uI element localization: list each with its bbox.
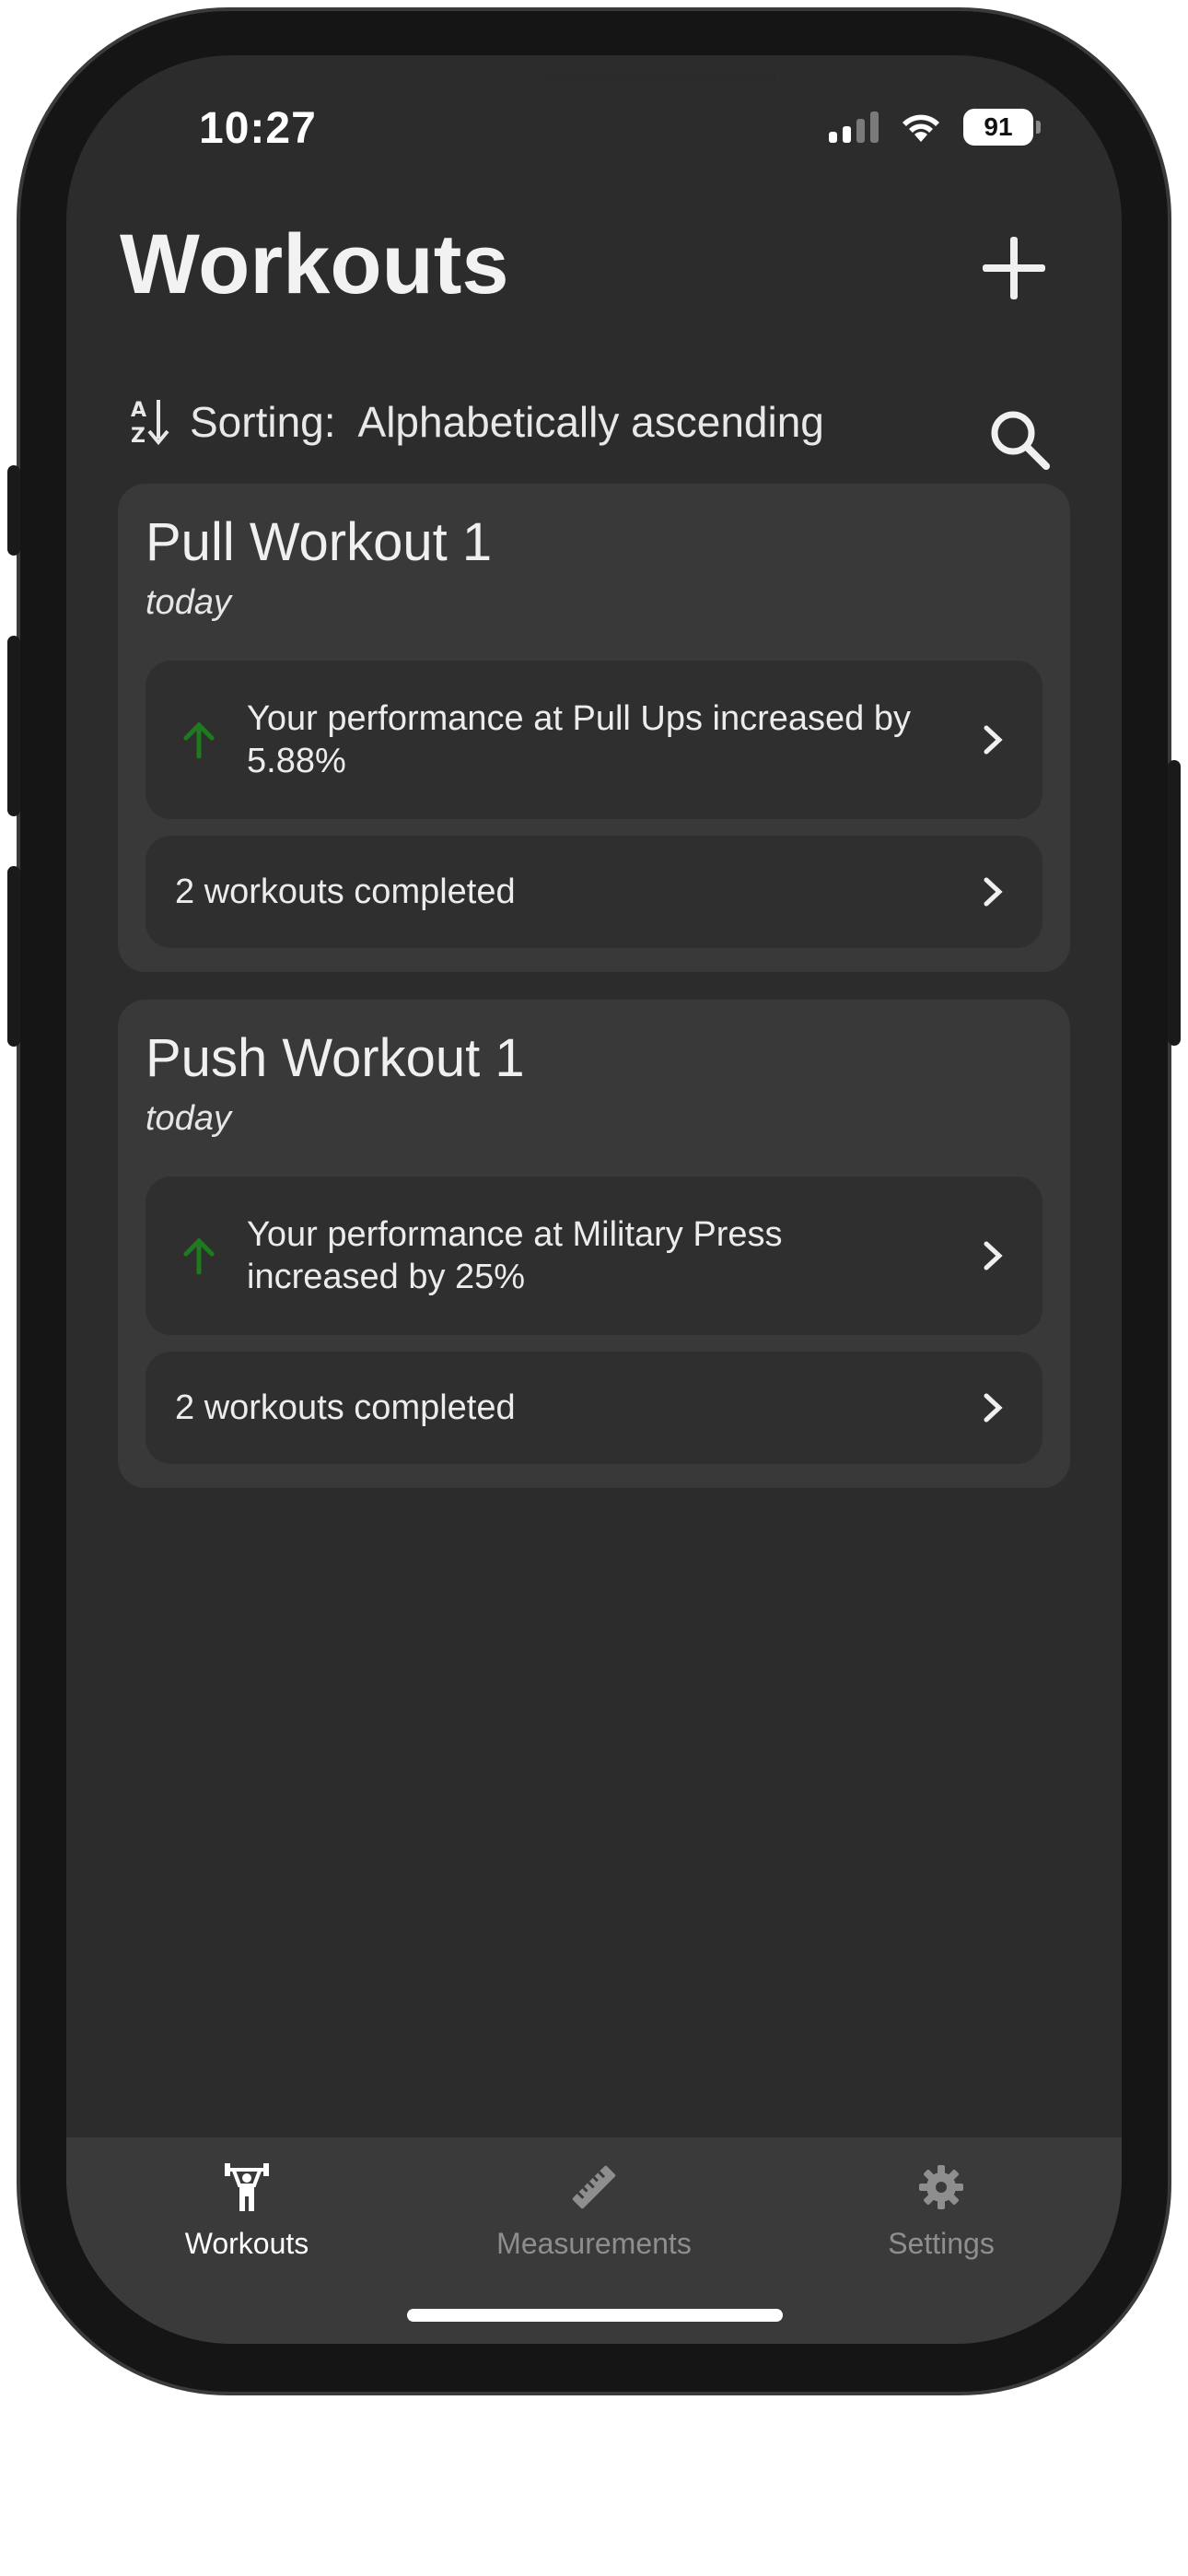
add-workout-button[interactable]: [973, 227, 1055, 310]
svg-text:Z: Z: [131, 425, 146, 448]
workout-card[interactable]: Pull Workout 1 today Your performance at…: [118, 484, 1070, 972]
sort-alpha-ascending-icon: A Z: [131, 399, 169, 448]
power-button: [1168, 760, 1181, 1046]
status-time: 10:27: [199, 104, 317, 153]
plus-icon: [983, 237, 1045, 299]
chevron-right-icon: [984, 725, 1003, 755]
app-screen: 10:27 91 Workouts A Z Sorting: Alphabeti…: [66, 55, 1122, 2344]
battery-icon: 91: [963, 109, 1041, 146]
search-button[interactable]: [978, 398, 1061, 481]
tab-label: Settings: [888, 2227, 995, 2260]
sorting-selector[interactable]: A Z Sorting: Alphabetically ascending: [129, 396, 824, 448]
speaker-grille: [545, 74, 775, 81]
status-indicators: 91: [829, 109, 1041, 146]
volume-up-button: [7, 636, 20, 816]
workouts-completed-text: 2 workouts completed: [175, 872, 516, 911]
sorting-label: Sorting:: [190, 398, 336, 446]
chevron-right-icon: [984, 1393, 1003, 1423]
chevron-right-icon: [984, 877, 1003, 907]
svg-text:A: A: [131, 399, 146, 422]
cellular-signal-icon: [829, 111, 879, 143]
workout-date: today: [146, 583, 231, 622]
home-indicator[interactable]: [407, 2309, 783, 2322]
search-icon: [991, 411, 1050, 470]
workouts-completed-row[interactable]: 2 workouts completed: [146, 1352, 1042, 1464]
volume-down-button: [7, 866, 20, 1047]
tab-label: Workouts: [184, 2227, 309, 2260]
performance-insight-row[interactable]: Your performance at Pull Ups increased b…: [146, 661, 1042, 819]
ruler-icon: [572, 2165, 616, 2209]
tab-settings[interactable]: Settings: [803, 2161, 1079, 2261]
tab-measurements[interactable]: Measurements: [456, 2161, 732, 2261]
workout-title: Pull Workout 1: [146, 512, 493, 572]
tab-workouts[interactable]: Workouts: [109, 2161, 385, 2261]
side-button: [7, 465, 20, 556]
workouts-completed-row[interactable]: 2 workouts completed: [146, 836, 1042, 948]
workouts-completed-text: 2 workouts completed: [175, 1388, 516, 1427]
workout-date: today: [146, 1099, 231, 1138]
chevron-right-icon: [984, 1241, 1003, 1270]
weightlifter-icon: [225, 2163, 269, 2211]
sorting-value: Alphabetically ascending: [357, 398, 824, 446]
performance-insight-text: Your performance at Pull Ups increased b…: [247, 699, 911, 780]
workout-title: Push Workout 1: [146, 1028, 525, 1088]
performance-insight-text: Your performance at Military Press incre…: [247, 1215, 783, 1296]
workout-card[interactable]: Push Workout 1 today Your performance at…: [118, 1000, 1070, 1488]
performance-insight-row[interactable]: Your performance at Military Press incre…: [146, 1177, 1042, 1335]
tab-label: Measurements: [496, 2227, 692, 2260]
wifi-icon: [903, 114, 939, 142]
trend-up-arrow-icon: [183, 721, 215, 759]
trend-up-arrow-icon: [183, 1237, 215, 1275]
gear-icon: [919, 2165, 963, 2209]
page-title: Workouts: [120, 217, 509, 311]
